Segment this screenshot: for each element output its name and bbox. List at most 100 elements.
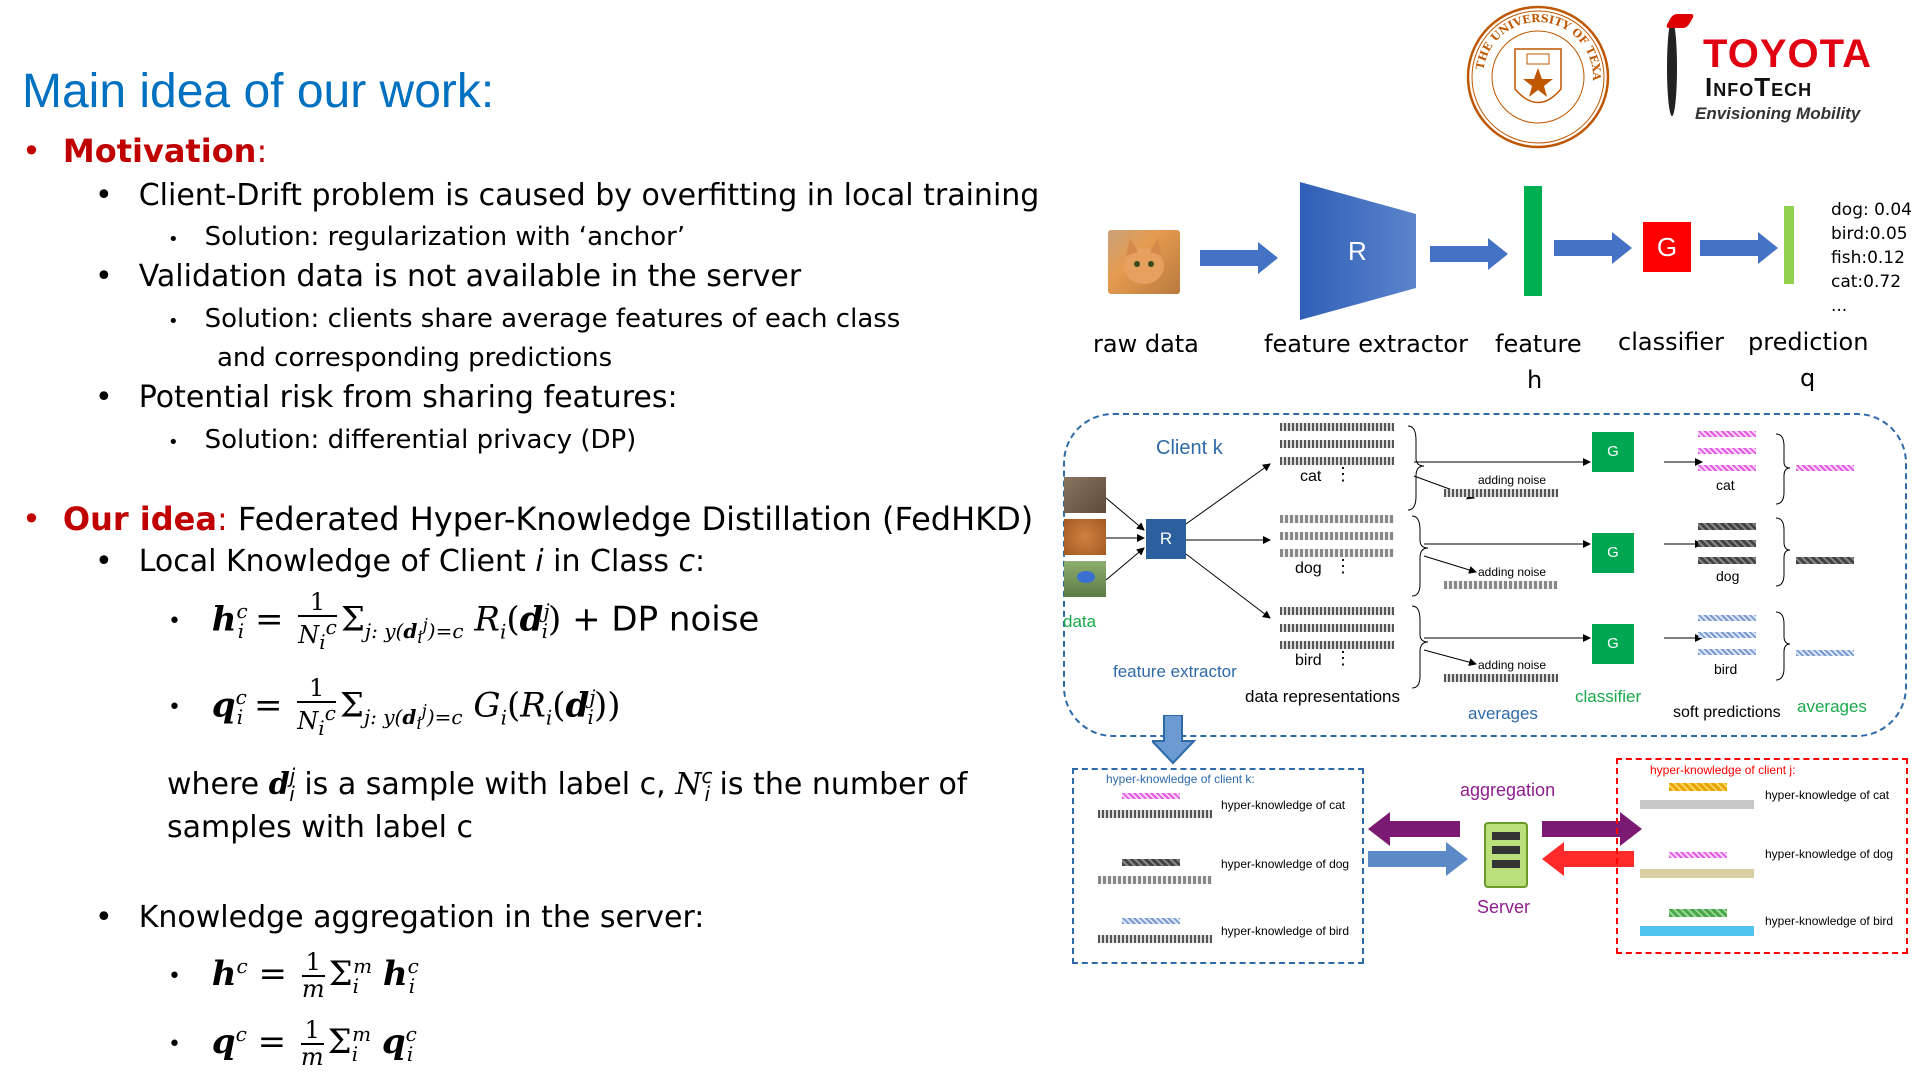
bullet: •: [168, 1031, 181, 1057]
subitem-text: Solution: differential privacy (DP): [204, 425, 637, 455]
motivation-item-3: • Potential risk from sharing features:: [95, 380, 678, 415]
eq-lhs: h: [211, 954, 237, 995]
arrow-right-blue-icon: [1368, 842, 1468, 876]
bullet: •: [22, 500, 41, 538]
hk-k-bird-label: hyper-knowledge of bird: [1221, 924, 1350, 938]
label-feature-extractor: feature extractor: [1264, 330, 1468, 358]
hk-k-dog-pred: [1122, 859, 1180, 866]
fraction: 1m: [301, 948, 325, 1004]
var-i: i: [535, 544, 544, 579]
server-label: Server: [1477, 897, 1531, 917]
motivation-item-2: • Validation data is not available in the…: [95, 259, 801, 294]
noisy-average-cat: [1444, 489, 1558, 497]
client-arrows: [1105, 425, 1791, 689]
arrow-right-icon: [1430, 238, 1508, 270]
text: :: [695, 544, 706, 579]
fraction: 1m: [300, 1016, 324, 1072]
soft-pred-dog: [1698, 523, 1756, 530]
soft-label-cat: cat: [1716, 477, 1735, 493]
cat-icon: [1124, 238, 1164, 284]
hk-k-bird-feat: [1098, 935, 1212, 943]
arrow-left-purple-icon: [1368, 812, 1460, 846]
text: is the number of: [710, 767, 968, 802]
item-text: Client-Drift problem is caused by overfi…: [138, 178, 1040, 213]
noisy-average-bird: [1444, 674, 1558, 682]
text: is a sample with label c,: [294, 767, 676, 802]
avg-pred-cat: [1796, 465, 1854, 471]
cat-feature-bar: [1280, 440, 1394, 448]
classifier-label: classifier: [1575, 687, 1642, 706]
var-c: c: [678, 544, 696, 579]
adding-noise-label: adding noise: [1478, 565, 1547, 579]
aggregation-label: aggregation: [1460, 780, 1556, 800]
fraction: 1 Nic: [298, 588, 337, 654]
motivation-subitem: • Solution: clients share average feature…: [168, 304, 900, 334]
motivation-row: • Motivation:: [22, 132, 267, 170]
idea-label: Our idea: [62, 500, 217, 538]
arrow-right-icon: [1554, 232, 1632, 264]
seal-icon: THE UNIVERSITY OF TEXAS AT AUSTIN: [1460, 0, 1610, 149]
bird-feature-bar: [1280, 624, 1394, 632]
svg-text:THE UNIVERSITY OF TEXAS AT AUS: THE UNIVERSITY OF TEXAS AT AUSTIN: [1465, 4, 1603, 81]
bullet: •: [95, 380, 113, 415]
extractor-letter: R: [1348, 236, 1367, 266]
prediction-vector-bar: [1784, 206, 1794, 284]
hk-k-cat-pred: [1122, 793, 1180, 799]
eq-lhs: h: [211, 599, 237, 640]
soft-pred-bird: [1698, 615, 1756, 621]
item-text: Validation data is not available in the …: [138, 259, 802, 294]
item-text: Potential risk from sharing features:: [138, 380, 678, 415]
hk-j-dog-feat: [1640, 869, 1754, 878]
logo-accent-icon: [1664, 14, 1696, 28]
bullet: •: [168, 963, 181, 989]
motivation-subitem-cont: and corresponding predictions: [217, 343, 613, 373]
prediction-bird: bird:0.05: [1831, 224, 1908, 244]
text: Local Knowledge of Client: [138, 544, 536, 579]
motivation-item-1: • Client-Drift problem is caused by overf…: [95, 178, 1039, 213]
soft-pred-bird: [1698, 649, 1756, 655]
toyota-infotech-logo: TOYOTA InfoTech Envisioning Mobility: [1664, 14, 1895, 126]
classifier-box: G: [1643, 222, 1691, 272]
bullet: •: [168, 229, 179, 250]
hk-k-cat-feat: [1098, 810, 1212, 818]
bullet: •: [95, 259, 113, 294]
hk-k-dog-label: hyper-knowledge of dog: [1221, 857, 1350, 871]
soft-predictions-label: soft predictions: [1673, 704, 1781, 721]
hk-k-bird-pred: [1122, 918, 1180, 924]
arrow-right-icon: [1700, 232, 1778, 264]
dp-noise: + DP noise: [561, 599, 760, 640]
equation-agg-q: • qc = 1 m Σim qci: [168, 1016, 417, 1072]
averages-label: averages: [1468, 704, 1538, 723]
bullet: •: [168, 695, 181, 720]
motivation-label: Motivation: [62, 132, 257, 170]
subitem-text: Solution: clients share average features…: [204, 304, 901, 334]
motivation-subitem: • Solution: differential privacy (DP): [168, 425, 636, 455]
avg-pred-bird: [1796, 650, 1854, 656]
ellipsis-icon: ⋮: [1334, 464, 1352, 484]
subitem-text: Solution: regularization with ‘anchor’: [204, 222, 686, 252]
bullet: •: [22, 132, 41, 170]
text: where: [167, 767, 269, 802]
where-line-2: samples with label c: [167, 810, 474, 845]
data-representations-label: data representations: [1245, 687, 1400, 706]
ut-austin-seal: THE UNIVERSITY OF TEXAS AT AUSTIN: [1460, 0, 1611, 150]
dog-feature-bar: [1280, 515, 1394, 523]
prediction-fish: fish:0.12: [1831, 248, 1905, 268]
motivation-subitem: • Solution: regularization with ‘anchor’: [168, 222, 685, 252]
ellipsis-icon: ⋮: [1334, 556, 1352, 576]
feature-vector-bar: [1524, 186, 1542, 296]
classifier-box-cat: G: [1592, 432, 1634, 472]
soft-pred-cat: [1698, 431, 1756, 437]
where-line-1: where dji is a sample with label c, Nci …: [167, 764, 968, 806]
bullet: •: [168, 609, 181, 634]
label-classifier: classifier: [1618, 328, 1724, 356]
toyota-text: TOYOTA: [1703, 32, 1872, 76]
hk-j-cat-label: hyper-knowledge of cat: [1765, 788, 1890, 802]
hyper-j-title: hyper-knowledge of client j:: [1650, 763, 1796, 777]
soft-label-bird: bird: [1714, 661, 1738, 677]
hk-j-bird-label: hyper-knowledge of bird: [1765, 914, 1894, 928]
soft-pred-dog: [1698, 557, 1756, 564]
prediction-more: ...: [1831, 296, 1848, 316]
dog-feature-bar: [1280, 532, 1394, 540]
label-q: q: [1800, 364, 1816, 392]
